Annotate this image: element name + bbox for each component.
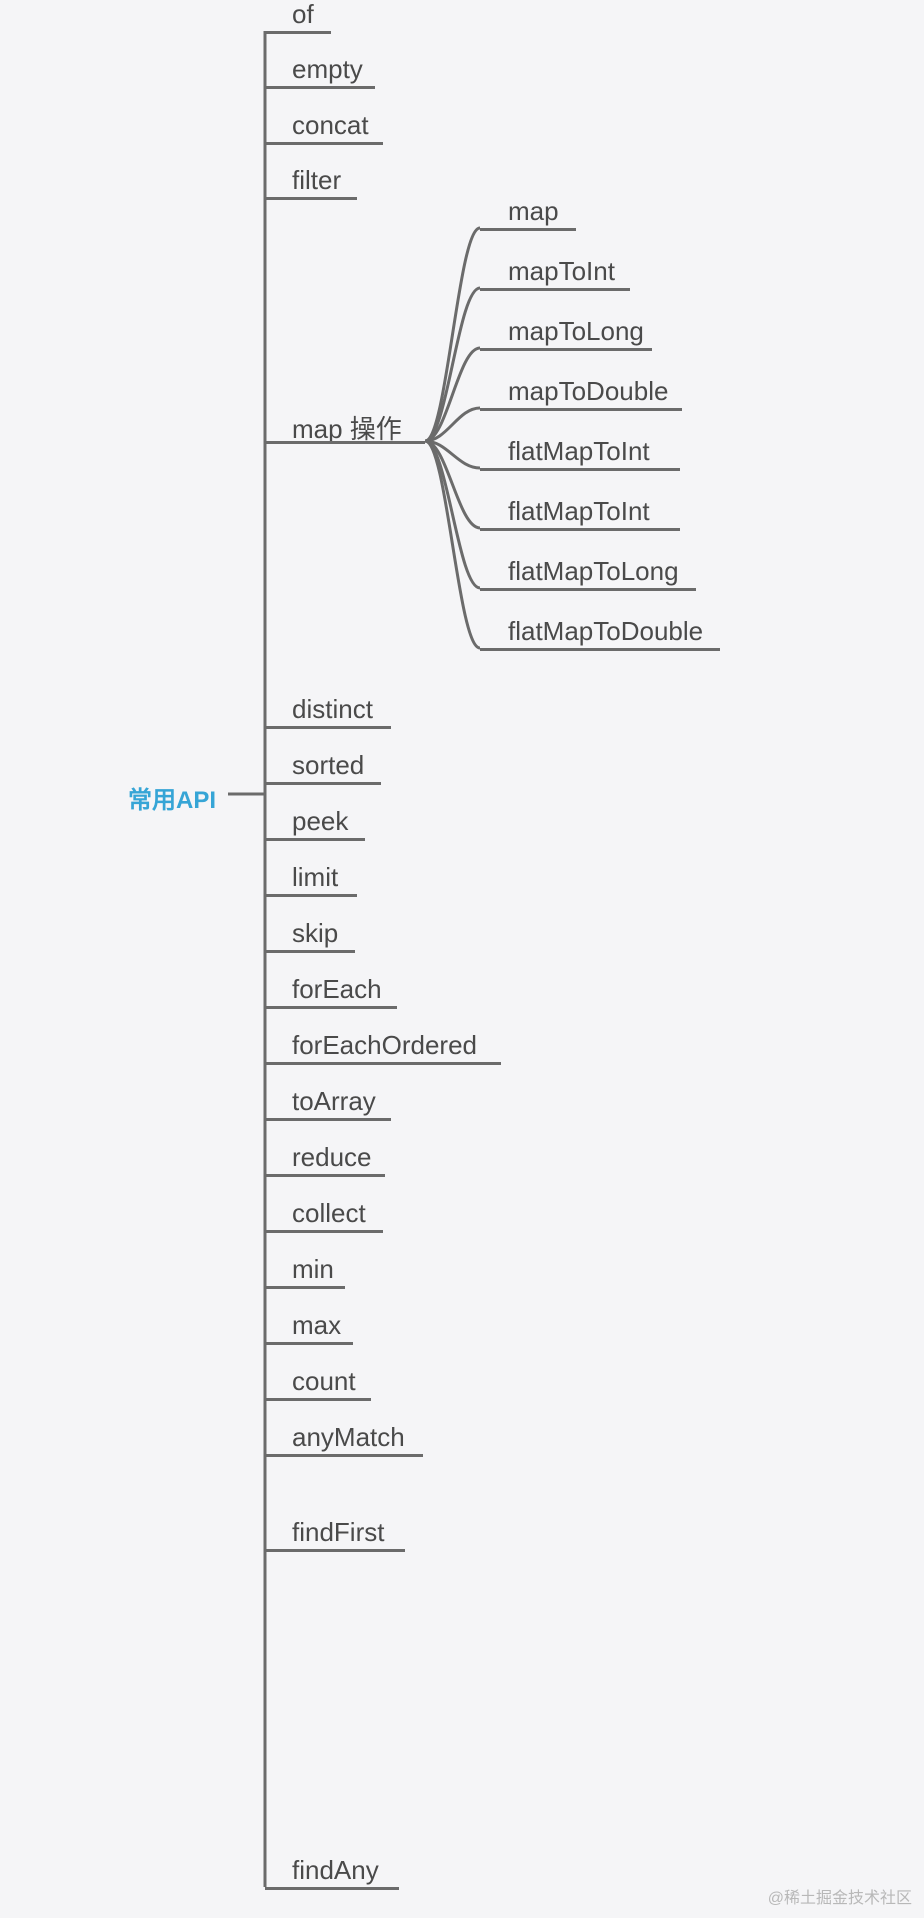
- node-underline: [480, 468, 680, 471]
- node-underline: [265, 950, 355, 953]
- node-underline: [265, 1887, 399, 1890]
- node-underline: [265, 1342, 353, 1345]
- node-underline: [265, 726, 391, 729]
- node-underline: [480, 528, 680, 531]
- node-underline: [265, 838, 365, 841]
- node-underline: [480, 348, 652, 351]
- connector-lines: [0, 0, 924, 1918]
- node-underline: [265, 1230, 383, 1233]
- node-underline: [265, 197, 357, 200]
- node-underline: [265, 1062, 501, 1065]
- node-underline: [265, 782, 381, 785]
- node-underline: [265, 1174, 385, 1177]
- root-node: 常用API: [128, 780, 216, 815]
- node-underline: [480, 288, 630, 291]
- node-underline: [265, 142, 383, 145]
- node-underline: [265, 894, 357, 897]
- node-underline: [265, 1398, 371, 1401]
- node-underline: [265, 86, 375, 89]
- node-underline: [265, 1286, 345, 1289]
- node-underline: [265, 31, 331, 34]
- node-underline: [265, 441, 425, 444]
- node-underline: [265, 1118, 391, 1121]
- node-underline: [480, 228, 576, 231]
- node-underline: [265, 1454, 423, 1457]
- level1-node: map 操作: [292, 409, 402, 452]
- node-underline: [265, 1006, 397, 1009]
- watermark-text: @稀土掘金技术社区: [768, 1884, 912, 1908]
- node-underline: [480, 408, 682, 411]
- node-underline: [480, 648, 720, 651]
- node-underline: [480, 588, 696, 591]
- node-underline: [265, 1549, 405, 1552]
